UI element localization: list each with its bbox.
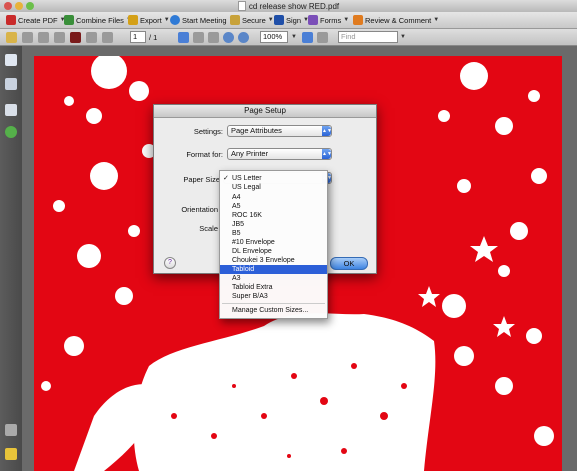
sign-button[interactable]: Sign ▼ bbox=[274, 14, 309, 26]
ok-button[interactable]: OK bbox=[330, 257, 368, 270]
pen-icon bbox=[274, 15, 284, 25]
secure-button[interactable]: Secure ▼ bbox=[230, 14, 274, 26]
menu-item-a5[interactable]: A5 bbox=[220, 202, 327, 211]
settings-popup[interactable]: Page Attributes ▲▼ bbox=[227, 125, 332, 137]
popup-arrows-icon: ▲▼ bbox=[322, 149, 332, 159]
page-number-field[interactable]: 1 bbox=[130, 31, 146, 43]
menu-item-tabloid-extra[interactable]: Tabloid Extra bbox=[220, 283, 327, 292]
dialog-title: Page Setup bbox=[154, 105, 376, 118]
open-folder-icon[interactable] bbox=[6, 31, 17, 43]
checkmark-icon: ✓ bbox=[223, 175, 229, 182]
create-pdf-button[interactable]: Create PDF ▼ bbox=[6, 14, 66, 26]
chevron-down-icon[interactable]: ▼ bbox=[400, 34, 406, 40]
forms-icon bbox=[308, 15, 318, 25]
marquee-zoom-icon[interactable] bbox=[208, 31, 219, 43]
pages-panel-icon[interactable] bbox=[5, 54, 17, 66]
chevron-down-icon: ▼ bbox=[267, 17, 274, 23]
chevron-down-icon: ▼ bbox=[343, 17, 350, 23]
menu-item-a4[interactable]: A4 bbox=[220, 193, 327, 202]
menu-item-super-b-a3[interactable]: Super B/A3 bbox=[220, 292, 327, 301]
chevron-down-icon[interactable]: ▼ bbox=[291, 34, 297, 40]
lock-icon bbox=[230, 15, 240, 25]
help-button[interactable]: ? bbox=[164, 257, 176, 269]
menu-separator bbox=[222, 303, 325, 304]
zoom-in-icon[interactable] bbox=[238, 31, 249, 43]
create-pdf-icon bbox=[6, 15, 16, 25]
help-panel-icon[interactable] bbox=[5, 126, 17, 138]
zoom-level-field[interactable]: 100% bbox=[260, 31, 288, 43]
menu-item-choukei-3-envelope[interactable]: Choukei 3 Envelope bbox=[220, 256, 327, 265]
settings-label: Settings: bbox=[193, 127, 223, 136]
format-for-popup[interactable]: Any Printer ▲▼ bbox=[227, 148, 332, 160]
meeting-icon bbox=[170, 15, 180, 25]
review-icon bbox=[353, 15, 363, 25]
save-icon[interactable] bbox=[38, 31, 49, 43]
next-page-icon[interactable] bbox=[102, 31, 113, 43]
navigation-sidebar bbox=[0, 46, 23, 471]
orientation-label: Orientation bbox=[181, 205, 218, 214]
menu-item-us-legal[interactable]: US Legal bbox=[220, 183, 327, 192]
email-icon[interactable] bbox=[54, 31, 65, 43]
format-for-label: Format for: bbox=[186, 150, 223, 159]
paperclip-icon[interactable] bbox=[5, 424, 17, 436]
forms-button[interactable]: Forms ▼ bbox=[308, 14, 349, 26]
chevron-down-icon: ▼ bbox=[163, 17, 170, 23]
menu-item-a3[interactable]: A3 bbox=[220, 274, 327, 283]
menu-item-jb5[interactable]: JB5 bbox=[220, 220, 327, 229]
tasks-toolbar: Create PDF▼ Combine Files▼ Export▼ Start… bbox=[0, 12, 577, 29]
start-meeting-button[interactable]: Start Meeting▼ bbox=[170, 14, 235, 26]
window-title: cd release show RED.pdf bbox=[248, 2, 340, 11]
popup-arrows-icon: ▲▼ bbox=[322, 126, 332, 136]
menu-item-10-envelope[interactable]: #10 Envelope bbox=[220, 238, 327, 247]
export-button[interactable]: Export ▼ bbox=[128, 14, 170, 26]
page-total: / 1 bbox=[149, 32, 158, 42]
document-icon bbox=[237, 1, 246, 11]
combine-files-button[interactable]: Combine Files▼ bbox=[64, 14, 132, 26]
attachments-panel-icon[interactable] bbox=[5, 78, 17, 90]
zoom-out-icon[interactable] bbox=[223, 31, 234, 43]
fit-width-icon[interactable] bbox=[317, 31, 328, 43]
print-icon[interactable] bbox=[22, 31, 33, 43]
hand-tool-icon[interactable] bbox=[193, 31, 204, 43]
menu-item-b5[interactable]: B5 bbox=[220, 229, 327, 238]
previous-page-icon[interactable] bbox=[86, 31, 97, 43]
fit-page-icon[interactable] bbox=[302, 31, 313, 43]
menu-item-us-letter[interactable]: ✓ US Letter bbox=[220, 174, 327, 183]
combine-files-icon bbox=[64, 15, 74, 25]
menu-item-manage-custom-sizes[interactable]: Manage Custom Sizes... bbox=[220, 306, 327, 315]
navigation-toolbar: 1 / 1 100% ▼ Find ▼ bbox=[0, 29, 577, 46]
signatures-panel-icon[interactable] bbox=[5, 104, 17, 116]
export-icon bbox=[128, 15, 138, 25]
paper-size-menu: ✓ US Letter US Legal A4 A5 ROC 16K JB5 B5… bbox=[219, 170, 328, 319]
comments-panel-icon[interactable] bbox=[5, 448, 17, 460]
scale-label: Scale bbox=[199, 224, 218, 233]
find-input[interactable]: Find bbox=[338, 31, 398, 43]
menu-item-tabloid[interactable]: Tabloid bbox=[220, 265, 327, 274]
menu-item-roc-16k[interactable]: ROC 16K bbox=[220, 211, 327, 220]
paper-size-label: Paper Size bbox=[183, 175, 220, 184]
menu-item-dl-envelope[interactable]: DL Envelope bbox=[220, 247, 327, 256]
review-comment-button[interactable]: Review & Comment ▼ bbox=[353, 14, 439, 26]
chevron-down-icon: ▼ bbox=[433, 17, 440, 23]
select-arrow-icon[interactable] bbox=[178, 31, 189, 43]
camera-icon[interactable] bbox=[70, 31, 81, 43]
